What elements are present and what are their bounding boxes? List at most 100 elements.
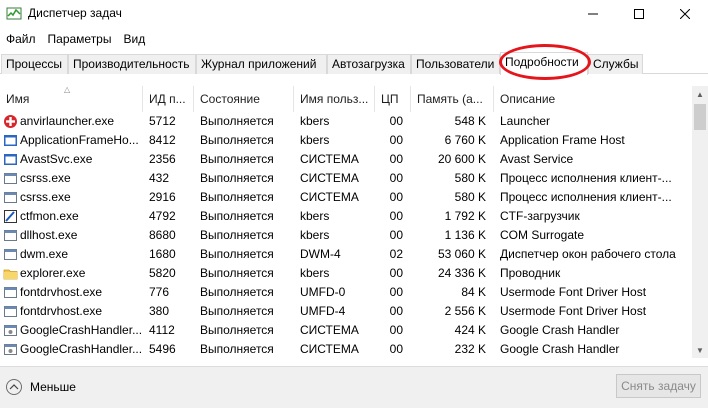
table-row[interactable]: fontdrvhost.exe 380 Выполняется UMFD-4 00 2 5… [0, 302, 692, 321]
cell-mem: 1 792 K [444, 209, 486, 223]
cell-cpu: 02 [389, 247, 403, 261]
cell-cpu: 00 [389, 342, 403, 356]
scroll-up-icon[interactable]: ▲ [692, 86, 708, 102]
cell-desc: Avast Service [500, 152, 574, 166]
cell-status: Выполняется [200, 304, 274, 318]
cell-status: Выполняется [200, 190, 274, 204]
cell-cpu: 00 [389, 209, 403, 223]
cell-pid: 8680 [149, 228, 176, 242]
cell-user: kbers [300, 133, 330, 147]
cell-pid: 4792 [149, 209, 176, 223]
close-button[interactable] [662, 0, 708, 28]
cell-name: GoogleCrashHandler... [20, 342, 143, 356]
cell-user: kbers [300, 228, 330, 242]
cell-user: kbers [300, 266, 330, 280]
table-row[interactable]: dllhost.exe 8680 Выполняется kbers 00 1 136 K… [0, 226, 692, 245]
fewer-details-button[interactable]: Меньше [6, 376, 76, 398]
cell-name: fontdrvhost.exe [20, 285, 103, 299]
cell-user: СИСТЕМА [300, 152, 359, 166]
cell-pid: 1680 [149, 247, 176, 261]
cell-desc: Процесс исполнения клиент-... [500, 171, 672, 185]
cell-name: csrss.exe [20, 171, 71, 185]
menu-file[interactable]: Файл [0, 28, 42, 50]
cell-user: UMFD-0 [300, 285, 346, 299]
cell-name: ApplicationFrameHo... [20, 133, 139, 147]
cell-status: Выполняется [200, 266, 274, 280]
table-row[interactable]: GoogleCrashHandler... 4112 Выполняется СИСТ… [0, 321, 692, 340]
column-header-cpu[interactable]: ЦП [375, 86, 411, 112]
column-header-status[interactable]: Состояние [194, 86, 294, 112]
cell-cpu: 00 [389, 133, 403, 147]
menu-view[interactable]: Вид [117, 28, 151, 50]
table-row[interactable]: fontdrvhost.exe 776 Выполняется UMFD-0 00 84 … [0, 283, 692, 302]
end-task-button[interactable]: Снять задачу [616, 374, 701, 398]
table-row[interactable]: anvirlauncher.exe 5712 Выполняется kbers 00 5… [0, 112, 692, 131]
cell-cpu: 00 [389, 152, 403, 166]
scrollbar-thumb[interactable] [694, 104, 706, 130]
cell-pid: 2356 [149, 152, 176, 166]
cell-status: Выполняется [200, 285, 274, 299]
menu-bar: Файл Параметры Вид [0, 28, 708, 50]
cell-cpu: 00 [389, 171, 403, 185]
cell-desc: CTF-загрузчик [500, 209, 580, 223]
cell-user: UMFD-4 [300, 304, 346, 318]
cell-desc: Application Frame Host [500, 133, 625, 147]
cell-desc: COM Surrogate [500, 228, 585, 242]
task-manager-icon [6, 7, 22, 20]
cell-mem: 580 K [454, 171, 486, 185]
cell-desc: Проводник [500, 266, 561, 280]
cell-mem: 232 K [454, 342, 486, 356]
cell-name: dllhost.exe [20, 228, 78, 242]
minimize-button[interactable] [570, 0, 616, 28]
table-row[interactable]: explorer.exe 5820 Выполняется kbers 00 24 336… [0, 264, 692, 283]
cell-mem: 1 136 K [444, 228, 486, 242]
column-header-name[interactable]: Имя [0, 86, 143, 112]
cell-status: Выполняется [200, 133, 274, 147]
cell-desc: Usermode Font Driver Host [500, 285, 647, 299]
tab-details[interactable]: Подробности [500, 52, 588, 75]
table-row[interactable]: GoogleCrashHandler... 5496 Выполняется СИСТ… [0, 340, 692, 358]
cell-pid: 5820 [149, 266, 176, 280]
cell-mem: 548 K [454, 114, 486, 128]
column-header-user[interactable]: Имя польз... [294, 86, 375, 112]
title-bar: Диспетчер задач [0, 0, 708, 28]
menu-options[interactable]: Параметры [42, 28, 118, 50]
cell-status: Выполняется [200, 152, 274, 166]
maximize-button[interactable] [616, 0, 662, 28]
tab-users[interactable]: Пользователи [411, 54, 500, 74]
sort-ascending-icon: △ [64, 86, 71, 94]
cell-cpu: 00 [389, 323, 403, 337]
cell-mem: 2 556 K [444, 304, 486, 318]
cell-status: Выполняется [200, 114, 274, 128]
cell-name: AvastSvc.exe [20, 152, 93, 166]
cell-name: ctfmon.exe [20, 209, 79, 223]
cell-name: anvirlauncher.exe [20, 114, 115, 128]
cell-desc: Launcher [500, 114, 551, 128]
cell-cpu: 00 [389, 190, 403, 204]
cell-pid: 4112 [149, 323, 175, 337]
cell-name: explorer.exe [20, 266, 86, 280]
column-header-pid[interactable]: ИД п... [143, 86, 194, 112]
vertical-scrollbar[interactable]: ▲ ▼ [692, 86, 708, 358]
tab-startup[interactable]: Автозагрузка [327, 54, 411, 74]
cell-mem: 20 600 K [437, 152, 486, 166]
cell-mem: 424 K [454, 323, 486, 337]
scroll-down-icon[interactable]: ▼ [692, 342, 708, 358]
table-row[interactable]: dwm.exe 1680 Выполняется DWM-4 02 53 060 K Дис… [0, 245, 692, 264]
cell-name: GoogleCrashHandler... [20, 323, 143, 337]
column-header-memory[interactable]: Память (а... [411, 86, 494, 112]
cell-user: DWM-4 [300, 247, 341, 261]
table-row[interactable]: AvastSvc.exe 2356 Выполняется СИСТЕМА 00 20 6… [0, 150, 692, 169]
tab-app-history[interactable]: Журнал приложений [196, 54, 327, 74]
tab-performance[interactable]: Производительность [68, 54, 196, 74]
table-row[interactable]: csrss.exe 432 Выполняется СИСТЕМА 00 580 K Про… [0, 169, 692, 188]
tab-processes[interactable]: Процессы [1, 54, 68, 74]
fewer-details-label: Меньше [30, 380, 76, 394]
table-row[interactable]: ApplicationFrameHo... 8412 Выполняется kber… [0, 131, 692, 150]
tab-services[interactable]: Службы [588, 54, 643, 74]
cell-status: Выполняется [200, 323, 274, 337]
cell-user: СИСТЕМА [300, 342, 359, 356]
table-row[interactable]: csrss.exe 2916 Выполняется СИСТЕМА 00 580 K Пр… [0, 188, 692, 207]
table-row[interactable]: ctfmon.exe 4792 Выполняется kbers 00 1 792 K C… [0, 207, 692, 226]
column-header-description[interactable]: Описание [494, 86, 692, 112]
